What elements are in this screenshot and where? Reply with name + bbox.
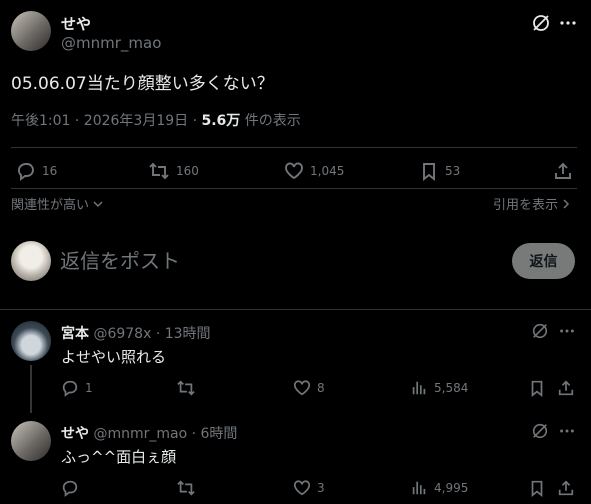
reply-input[interactable] [60, 247, 490, 275]
reply-handle[interactable]: @6978x [93, 326, 151, 342]
reply-header: 宮本 @6978x · 13時間 [61, 323, 211, 343]
thread-connector [30, 365, 32, 413]
bookmark-icon [531, 480, 543, 497]
heart-icon [293, 480, 311, 496]
reply-submit-button[interactable]: 返信 [512, 243, 575, 279]
reply-text: ふっ^^面白ぇ顔 [61, 448, 177, 466]
chevron-right-icon [561, 198, 571, 210]
like-button[interactable]: 8 [293, 379, 325, 397]
more-icon[interactable] [558, 13, 578, 33]
reply-display-name[interactable]: 宮本 [61, 326, 89, 342]
more-icon[interactable] [558, 322, 576, 340]
divider [11, 188, 577, 189]
like-button[interactable]: 1,045 [284, 161, 344, 181]
bookmark-icon [423, 163, 435, 181]
view-quotes-link[interactable]: 引用を表示 [493, 194, 571, 213]
view-count: 4,995 [434, 481, 469, 495]
heart-icon [293, 380, 311, 396]
more-icon[interactable] [558, 422, 576, 440]
divider [0, 309, 591, 310]
sort-label: 関連性が高い [11, 198, 90, 213]
views-button[interactable]: 4,995 [410, 479, 468, 497]
analytics-icon [412, 481, 426, 495]
author-display-name[interactable]: せや [61, 13, 91, 34]
views-button[interactable]: 5,584 [410, 379, 468, 397]
reply-header: せや @mnmr_mao · 6時間 [61, 423, 237, 443]
heart-icon [285, 162, 303, 180]
repost-button[interactable] [176, 479, 196, 497]
bookmark-button[interactable]: 53 [419, 161, 460, 181]
grok-icon[interactable] [531, 422, 549, 440]
share-button[interactable] [557, 479, 575, 497]
share-button[interactable] [553, 161, 573, 181]
divider [11, 147, 577, 148]
reply-button[interactable]: 1 [61, 379, 93, 397]
repost-button[interactable]: 160 [148, 161, 199, 181]
tweet-text: 05.06.07当たり顔整い多くない？ [11, 74, 274, 94]
repost-icon [177, 480, 195, 496]
like-count: 3 [317, 481, 325, 495]
repost-count: 160 [176, 164, 199, 178]
view-quotes-label: 引用を表示 [493, 198, 559, 213]
repost-button[interactable] [176, 379, 196, 397]
reply-icon [62, 480, 78, 497]
reply-avatar[interactable] [11, 321, 51, 361]
repost-icon [149, 162, 169, 180]
grok-icon[interactable] [531, 322, 549, 340]
grok-icon[interactable] [531, 13, 551, 33]
reply-display-name[interactable]: せや [61, 426, 89, 442]
author-avatar[interactable] [11, 11, 51, 51]
bookmark-button[interactable] [528, 379, 546, 397]
repost-icon [177, 380, 195, 396]
share-icon [555, 162, 571, 179]
reply-count: 16 [42, 164, 58, 178]
sort-relevance-dropdown[interactable]: 関連性が高い [11, 194, 104, 213]
analytics-icon [412, 381, 426, 395]
tweet-meta: 午後1:01 · 2026年3月19日 · 5.6万 件の表示 [11, 110, 301, 130]
reply-icon [18, 163, 34, 181]
share-icon [558, 480, 574, 496]
view-count-label: 件の表示 [244, 113, 301, 129]
tweet-timestamp[interactable]: 午後1:01 · 2026年3月19日 · [11, 113, 197, 129]
author-handle[interactable]: @mnmr_mao [61, 34, 161, 52]
reply-button[interactable]: 16 [16, 161, 57, 181]
current-user-avatar[interactable] [11, 241, 51, 281]
like-count: 8 [317, 381, 325, 395]
view-count: 5,584 [434, 381, 469, 395]
bookmark-icon [531, 380, 543, 397]
bookmark-count: 53 [445, 164, 461, 178]
reply-time[interactable]: · 6時間 [192, 426, 238, 442]
reply-count: 1 [85, 381, 93, 395]
reply-text: よせやい照れる [61, 348, 167, 366]
reply-avatar[interactable] [11, 421, 51, 461]
like-count: 1,045 [310, 164, 345, 178]
reply-time[interactable]: · 13時間 [156, 326, 211, 342]
chevron-down-icon [92, 198, 104, 210]
share-button[interactable] [557, 379, 575, 397]
like-button[interactable]: 3 [293, 479, 325, 497]
reply-handle[interactable]: @mnmr_mao [93, 426, 187, 442]
share-icon [558, 380, 574, 396]
view-count: 5.6万 [201, 113, 241, 129]
reply-button[interactable] [61, 479, 79, 497]
bookmark-button[interactable] [528, 479, 546, 497]
reply-icon [62, 380, 78, 397]
